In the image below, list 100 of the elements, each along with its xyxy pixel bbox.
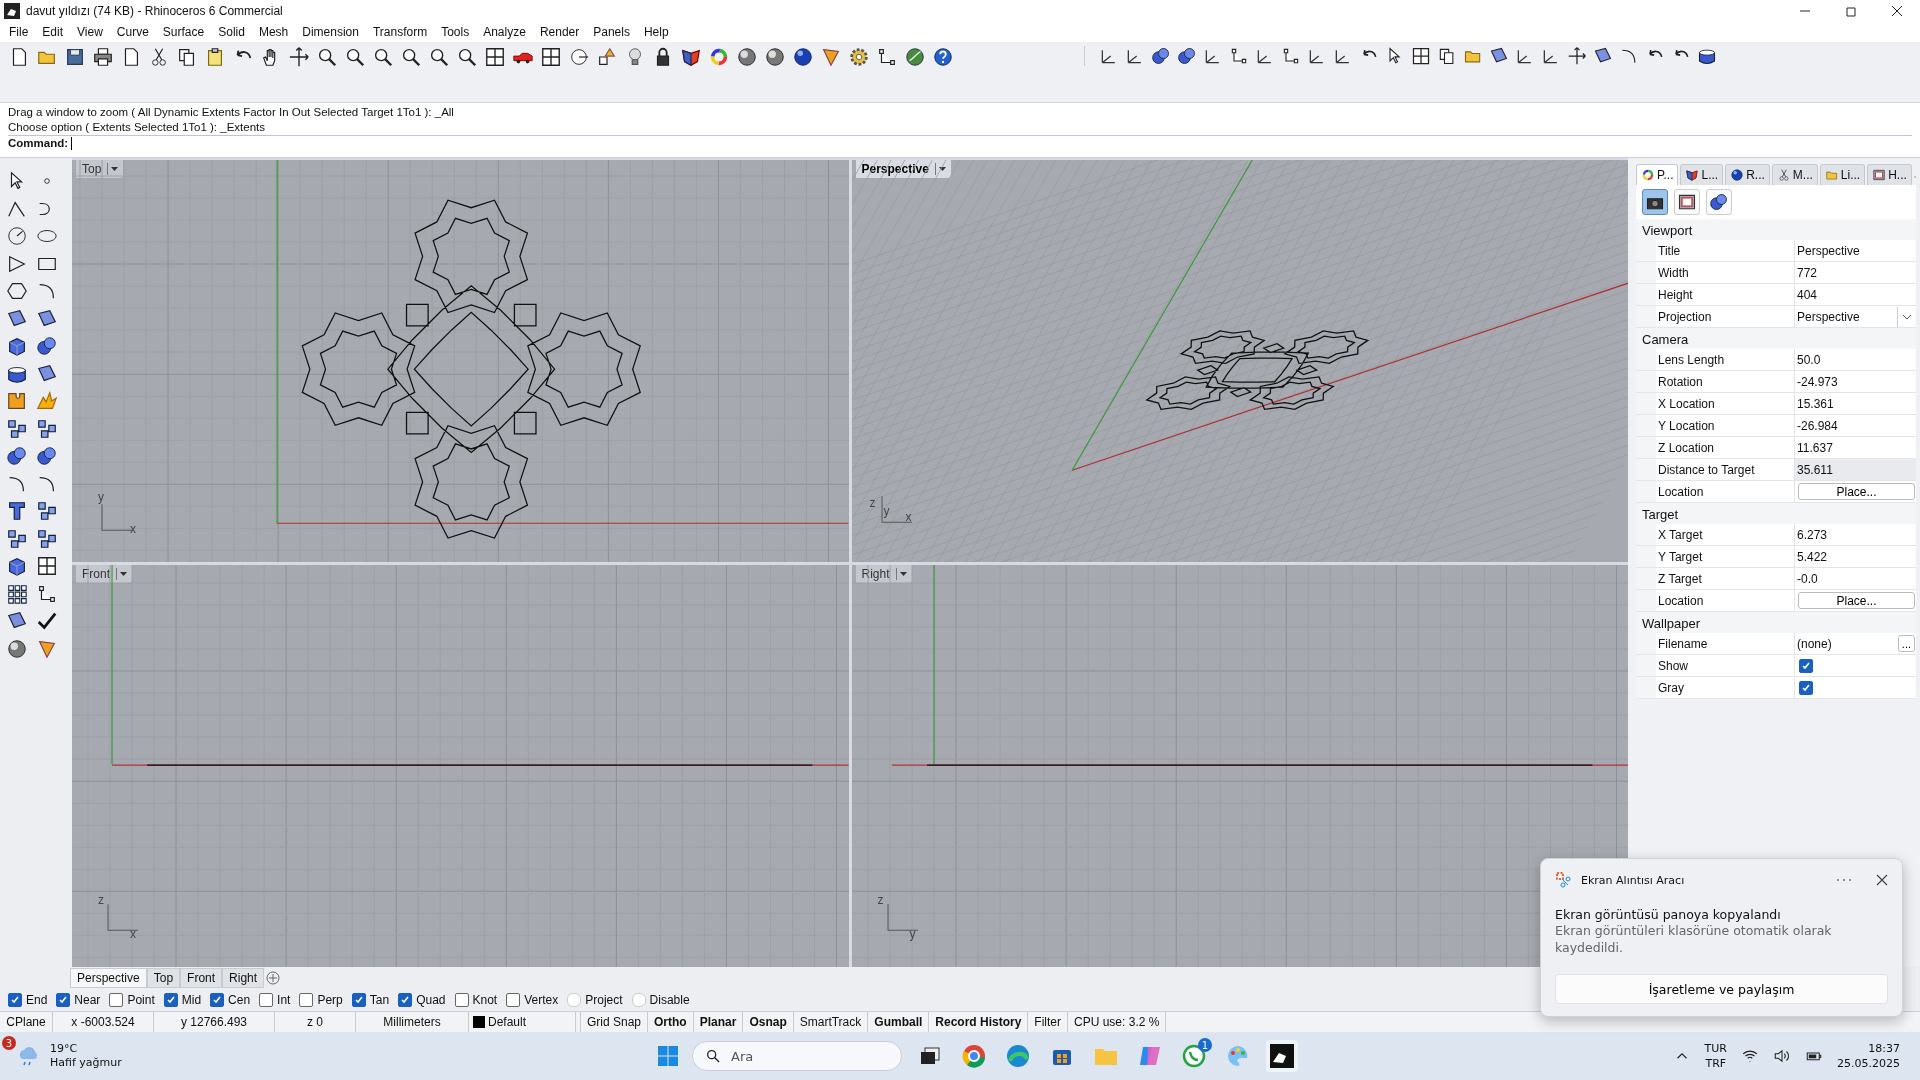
property-value[interactable]: -26.984 bbox=[1794, 415, 1916, 436]
checkbox[interactable] bbox=[1799, 680, 1813, 695]
property-value[interactable]: 772 bbox=[1794, 262, 1916, 283]
browser-icon[interactable] bbox=[1005, 1043, 1031, 1069]
view-toggle-button[interactable] bbox=[1706, 189, 1732, 215]
printer-icon[interactable] bbox=[92, 46, 114, 68]
dropdown-caret-icon[interactable] bbox=[116, 568, 128, 580]
menu-item[interactable]: Help bbox=[636, 25, 676, 39]
checkbox[interactable] bbox=[398, 993, 413, 1007]
checkbox[interactable] bbox=[1799, 658, 1813, 673]
menu-item[interactable]: Render bbox=[532, 25, 587, 39]
menu-item[interactable]: Solid bbox=[211, 25, 252, 39]
squares-icon[interactable] bbox=[6, 417, 28, 440]
color-wheel-icon[interactable] bbox=[708, 46, 730, 68]
zoom-icon[interactable] bbox=[400, 46, 422, 68]
hexagon-icon[interactable] bbox=[6, 280, 28, 302]
checkbox[interactable] bbox=[351, 993, 366, 1007]
squares-icon[interactable] bbox=[36, 417, 58, 440]
box-icon[interactable] bbox=[6, 335, 28, 357]
circle-icon[interactable] bbox=[568, 46, 590, 68]
menu-item[interactable]: Curve bbox=[109, 25, 156, 39]
layer-color-swatch[interactable] bbox=[473, 1016, 485, 1028]
save-icon[interactable] bbox=[64, 46, 86, 68]
checkbox[interactable] bbox=[163, 993, 178, 1007]
search-field[interactable]: Ara bbox=[692, 1041, 902, 1071]
checkbox[interactable] bbox=[259, 993, 274, 1007]
help-icon[interactable] bbox=[932, 46, 954, 68]
property-value[interactable]: (none) bbox=[1797, 636, 1832, 651]
grid-icon[interactable] bbox=[36, 555, 58, 577]
layer-name[interactable]: Default bbox=[488, 1015, 527, 1029]
sphere-icon[interactable] bbox=[792, 46, 814, 68]
panel-tab[interactable]: R... bbox=[1725, 164, 1770, 185]
viewport-tab[interactable]: Front bbox=[180, 968, 223, 988]
chevron-down-icon[interactable] bbox=[1902, 313, 1912, 320]
browser-icon[interactable] bbox=[961, 1043, 987, 1069]
panel-tab[interactable]: P... bbox=[1636, 164, 1679, 185]
chat-icon[interactable] bbox=[1181, 1043, 1207, 1069]
close-icon[interactable] bbox=[1876, 874, 1888, 886]
viewport-title-tab[interactable]: Right bbox=[855, 565, 912, 583]
box-icon[interactable] bbox=[6, 555, 28, 577]
property-value[interactable]: 11.637 bbox=[1794, 437, 1916, 458]
wifi-icon[interactable] bbox=[1741, 1047, 1759, 1065]
burst-icon[interactable] bbox=[36, 390, 58, 412]
menu-item[interactable]: Mesh bbox=[251, 25, 296, 39]
menu-item[interactable]: Surface bbox=[155, 25, 212, 39]
array-icon[interactable] bbox=[6, 582, 28, 605]
sphere-icon[interactable] bbox=[764, 46, 786, 68]
checkbox[interactable] bbox=[299, 993, 314, 1007]
command-field[interactable]: Command: bbox=[8, 135, 1912, 151]
dropdown-caret-icon[interactable] bbox=[895, 568, 908, 580]
task-view-icon[interactable] bbox=[919, 1045, 941, 1067]
nodes-icon[interactable] bbox=[876, 46, 898, 68]
panel-tab[interactable]: Li... bbox=[1819, 164, 1866, 185]
property-value[interactable]: 50.0 bbox=[1794, 349, 1916, 370]
zoom-icon[interactable] bbox=[428, 46, 450, 68]
keyboard-layout[interactable]: TRF bbox=[1705, 1056, 1727, 1071]
viewport-tab[interactable]: Top bbox=[146, 968, 181, 988]
surface-icon[interactable] bbox=[1489, 46, 1509, 66]
t-block-icon[interactable] bbox=[6, 500, 28, 522]
input-language[interactable]: TUR bbox=[1704, 1041, 1727, 1056]
projection-dropdown[interactable]: Perspective bbox=[1794, 306, 1916, 327]
checkbox[interactable] bbox=[506, 993, 521, 1007]
viewport-title-tab[interactable]: Perspective bbox=[855, 160, 951, 178]
add-tab-icon[interactable] bbox=[264, 969, 283, 987]
place-button[interactable]: Place... bbox=[1798, 483, 1915, 500]
panel-tab[interactable]: H... bbox=[1867, 164, 1912, 185]
sphere-icon[interactable] bbox=[736, 46, 758, 68]
globe-icon[interactable] bbox=[904, 46, 926, 68]
menu-item[interactable]: Edit bbox=[35, 25, 71, 39]
viewport-tab[interactable]: Right bbox=[222, 968, 265, 988]
nodes-icon[interactable] bbox=[1229, 46, 1249, 66]
property-value[interactable]: 404 bbox=[1794, 284, 1916, 305]
squares-icon[interactable] bbox=[36, 500, 58, 522]
menu-item[interactable]: Panels bbox=[586, 25, 637, 39]
property-value[interactable]: -0.0 bbox=[1794, 568, 1916, 589]
grid-icon[interactable] bbox=[540, 46, 562, 68]
view-toggle-button[interactable] bbox=[1674, 189, 1700, 215]
nodes-icon[interactable] bbox=[1281, 46, 1301, 66]
more-options-icon[interactable] bbox=[1836, 877, 1852, 883]
move-arrows-icon[interactable] bbox=[288, 46, 310, 68]
panel-tab[interactable]: M... bbox=[1771, 164, 1818, 185]
spheres-icon[interactable] bbox=[36, 335, 58, 357]
clock-time[interactable]: 18:37 bbox=[1868, 1041, 1900, 1056]
property-value[interactable]: 6.273 bbox=[1794, 524, 1916, 545]
grid-icon[interactable] bbox=[484, 46, 506, 68]
menu-item[interactable]: Transform bbox=[365, 25, 435, 39]
spheres-icon[interactable] bbox=[6, 445, 28, 467]
panel-tab[interactable]: L... bbox=[1680, 164, 1724, 185]
sphere-icon[interactable] bbox=[6, 637, 28, 660]
spheres-icon[interactable] bbox=[36, 445, 58, 467]
circle-icon[interactable] bbox=[6, 225, 28, 247]
clock-date[interactable]: 25.05.2025 bbox=[1837, 1056, 1900, 1071]
squares-icon[interactable] bbox=[6, 527, 28, 550]
viewport-tab[interactable]: Perspective bbox=[70, 968, 147, 988]
property-value[interactable]: 5.422 bbox=[1794, 546, 1916, 567]
cone-icon[interactable] bbox=[820, 46, 842, 68]
view-toggle-button[interactable] bbox=[1642, 189, 1668, 215]
menu-item[interactable]: File bbox=[2, 25, 36, 39]
checkbox[interactable] bbox=[56, 993, 71, 1007]
zoom-icon[interactable] bbox=[344, 46, 366, 68]
